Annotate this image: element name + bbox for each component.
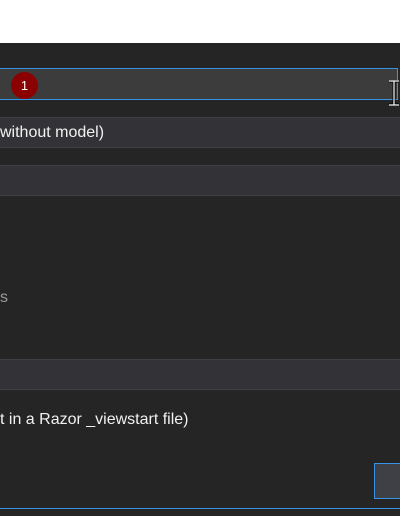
browse-button[interactable] [374, 463, 400, 499]
background-above-dialog [0, 0, 400, 43]
screen: 1 without model) s t in a Razor _viewsta… [0, 0, 400, 516]
add-view-dialog [0, 43, 400, 516]
template-select-value: without model) [0, 124, 105, 141]
text-cursor-icon [389, 80, 399, 106]
dialog-bottom-border [0, 508, 400, 509]
template-select[interactable]: without model) [0, 117, 400, 148]
view-name-input[interactable] [0, 68, 398, 100]
options-partial-label: s [0, 289, 8, 306]
model-class-select[interactable] [0, 165, 400, 196]
validation-error-badge: 1 [11, 72, 38, 99]
layout-page-select[interactable] [0, 359, 400, 390]
layout-hint-label: t in a Razor _viewstart file) [0, 411, 189, 428]
